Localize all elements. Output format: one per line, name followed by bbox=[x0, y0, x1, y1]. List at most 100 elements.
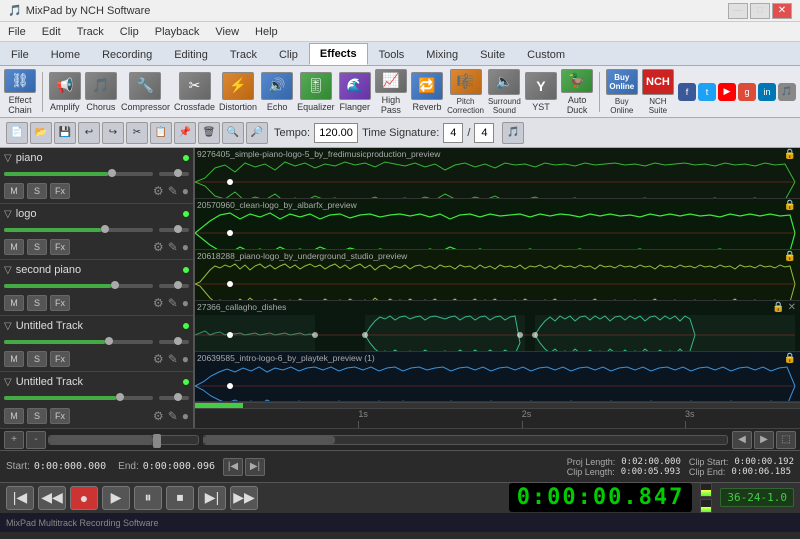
tab-tools[interactable]: Tools bbox=[368, 43, 416, 65]
tab-recording[interactable]: Recording bbox=[91, 43, 163, 65]
track-untitled2-edit[interactable]: ✎ bbox=[168, 409, 178, 423]
tab-editing[interactable]: Editing bbox=[163, 43, 219, 65]
track-secondpiano-vol-thumb[interactable] bbox=[111, 281, 119, 289]
effect-distortion[interactable]: ⚡ Distortion bbox=[219, 69, 257, 115]
metronome-icon[interactable]: 🎵 bbox=[502, 122, 524, 144]
waveform-track-intro[interactable]: 20639585_intro-logo-6_by_playtek_preview… bbox=[195, 352, 800, 403]
track-piano-fx[interactable]: Fx bbox=[50, 183, 70, 199]
tool-zoomout[interactable]: 🔎 bbox=[246, 122, 268, 144]
btn-play[interactable]: ▶ bbox=[102, 486, 130, 510]
tab-home[interactable]: Home bbox=[40, 43, 91, 65]
menu-clip[interactable]: Clip bbox=[112, 22, 147, 41]
tool-new[interactable]: 📄 bbox=[6, 122, 28, 144]
track-logo-edit-icon[interactable]: ✎ bbox=[168, 240, 178, 254]
tab-track[interactable]: Track bbox=[219, 43, 268, 65]
tab-mixing[interactable]: Mixing bbox=[415, 43, 469, 65]
btn-fast-forward[interactable]: ▶▶ bbox=[230, 486, 258, 510]
track-piano-arm-icon[interactable]: ● bbox=[182, 184, 189, 198]
effect-highpass[interactable]: 📈 High Pass bbox=[375, 69, 407, 115]
timesig-numerator[interactable] bbox=[443, 123, 463, 143]
track-logo-collapse[interactable]: ▽ bbox=[4, 209, 12, 220]
goto-end-btn[interactable]: ▶| bbox=[245, 458, 265, 476]
effect-yst[interactable]: Y YST bbox=[525, 69, 557, 115]
menu-help[interactable]: Help bbox=[247, 22, 286, 41]
effect-chorus[interactable]: 🎵 Chorus bbox=[85, 69, 117, 115]
master-vol-thumb[interactable] bbox=[153, 434, 161, 448]
tab-file[interactable]: File bbox=[0, 43, 40, 65]
tab-suite[interactable]: Suite bbox=[469, 43, 516, 65]
track-untitled2-pan-thumb[interactable] bbox=[174, 393, 182, 401]
tool-undo[interactable]: ↩ bbox=[78, 122, 100, 144]
track-untitled1-arm[interactable]: ● bbox=[182, 352, 189, 366]
effect-echo[interactable]: 🔊 Echo bbox=[261, 69, 293, 115]
maximize-button[interactable]: □ bbox=[750, 3, 770, 19]
track-logo-fx[interactable]: Fx bbox=[50, 239, 70, 255]
track-piano-settings-icon[interactable]: ✎ bbox=[168, 184, 178, 198]
zoom-in-btn[interactable]: + bbox=[4, 431, 24, 449]
effect-buyonline[interactable]: BuyOnline Buy Online bbox=[606, 69, 638, 115]
tool-paste[interactable]: 📌 bbox=[174, 122, 196, 144]
menu-track[interactable]: Track bbox=[69, 22, 112, 41]
track-secondpiano-settings[interactable]: ⚙ bbox=[153, 296, 164, 310]
track-piano-solo[interactable]: S bbox=[27, 183, 47, 199]
effect-nchsuite[interactable]: NCH NCH Suite bbox=[642, 69, 674, 115]
social-twitter[interactable]: t bbox=[698, 83, 716, 101]
scroll-right-btn[interactable]: ▶ bbox=[754, 431, 774, 449]
track-secondpiano-arm[interactable]: ● bbox=[182, 296, 189, 310]
tool-delete[interactable]: 🗑 bbox=[198, 122, 220, 144]
effect-amplify[interactable]: 📢 Amplify bbox=[49, 69, 81, 115]
horizontal-scrollbar[interactable] bbox=[203, 435, 728, 445]
btn-go-start[interactable]: |◀ bbox=[6, 486, 34, 510]
fit-btn[interactable]: ⬚ bbox=[776, 431, 796, 449]
zoom-out-btn[interactable]: - bbox=[26, 431, 46, 449]
effect-equalizer[interactable]: 🎚 Equalizer bbox=[297, 69, 335, 115]
track-secondpiano-pan-thumb[interactable] bbox=[174, 281, 182, 289]
track-secondpiano-edit[interactable]: ✎ bbox=[168, 296, 178, 310]
track-untitled1-collapse[interactable]: ▽ bbox=[4, 321, 12, 332]
track-untitled2-mute[interactable]: M bbox=[4, 408, 24, 424]
social-linkedin[interactable]: in bbox=[758, 83, 776, 101]
track-logo-vol-thumb[interactable] bbox=[101, 225, 109, 233]
waveform-track-logo[interactable]: 20570960_clean-logo_by_albarfx_preview 🔒 bbox=[195, 199, 800, 250]
effect-flanger[interactable]: 🌊 Flanger bbox=[339, 69, 371, 115]
tool-cut[interactable]: ✂ bbox=[126, 122, 148, 144]
track-untitled2-settings[interactable]: ⚙ bbox=[153, 409, 164, 423]
waveform-track-secondpiano[interactable]: 20618288_piano-logo_by_underground_studi… bbox=[195, 250, 800, 301]
effect-compressor[interactable]: 🔧 Compressor bbox=[121, 69, 170, 115]
track-secondpiano-solo[interactable]: S bbox=[27, 295, 47, 311]
social-note[interactable]: 🎵 bbox=[778, 83, 796, 101]
track-untitled2-solo[interactable]: S bbox=[27, 408, 47, 424]
track-untitled2-collapse[interactable]: ▽ bbox=[4, 377, 12, 388]
social-youtube[interactable]: ▶ bbox=[718, 83, 736, 101]
track-logo-settings-icon[interactable]: ⚙ bbox=[153, 240, 164, 254]
effect-crossfade[interactable]: ✂ Crossfade bbox=[174, 69, 215, 115]
track-logo-pan-thumb[interactable] bbox=[174, 225, 182, 233]
tool-zoomin[interactable]: 🔍 bbox=[222, 122, 244, 144]
effect-reverb[interactable]: 🔁 Reverb bbox=[411, 69, 443, 115]
btn-go-end[interactable]: ▶| bbox=[198, 486, 226, 510]
tempo-input[interactable] bbox=[314, 123, 358, 143]
track-untitled2-arm[interactable]: ● bbox=[182, 409, 189, 423]
track-untitled1-settings[interactable]: ⚙ bbox=[153, 352, 164, 366]
track-logo-solo[interactable]: S bbox=[27, 239, 47, 255]
track-logo-mute[interactable]: M bbox=[4, 239, 24, 255]
tab-effects[interactable]: Effects bbox=[309, 43, 368, 65]
minimize-button[interactable]: — bbox=[728, 3, 748, 19]
track-piano-mute[interactable]: M bbox=[4, 183, 24, 199]
waveform-track-dishes[interactable]: 27366_callagho_dishes 🔒 ✕ bbox=[195, 301, 800, 352]
track-secondpiano-fx[interactable]: Fx bbox=[50, 295, 70, 311]
horizontal-scroll-thumb[interactable] bbox=[204, 436, 335, 444]
track-piano-pan-thumb[interactable] bbox=[174, 169, 182, 177]
window-controls[interactable]: — □ ✕ bbox=[728, 3, 792, 19]
track-piano-collapse[interactable]: ▽ bbox=[4, 153, 12, 164]
btn-record[interactable]: ● bbox=[70, 486, 98, 510]
track-untitled1-solo[interactable]: S bbox=[27, 351, 47, 367]
btn-stop[interactable]: ⏹ bbox=[166, 486, 194, 510]
btn-rewind[interactable]: ◀◀ bbox=[38, 486, 66, 510]
track-untitled1-pan-thumb[interactable] bbox=[174, 337, 182, 345]
tool-copy[interactable]: 📋 bbox=[150, 122, 172, 144]
track-secondpiano-mute[interactable]: M bbox=[4, 295, 24, 311]
social-facebook[interactable]: f bbox=[678, 83, 696, 101]
effect-surround[interactable]: 🔈 Surround Sound bbox=[488, 69, 521, 115]
track-untitled1-mute[interactable]: M bbox=[4, 351, 24, 367]
